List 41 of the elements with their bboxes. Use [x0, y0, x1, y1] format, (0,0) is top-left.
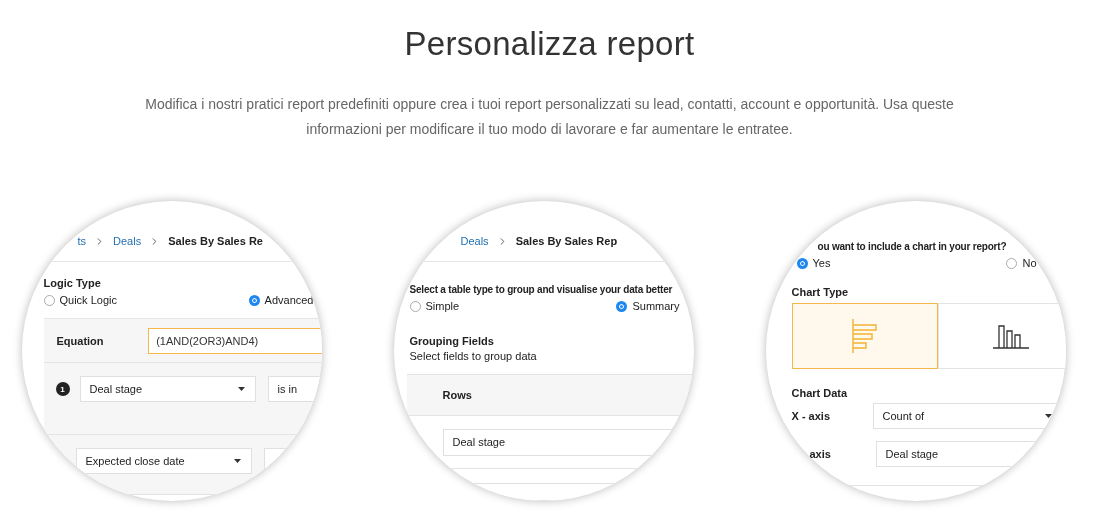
operator-field[interactable]: is in — [267, 376, 322, 402]
field-dropdown[interactable]: Expected close date — [75, 448, 252, 474]
radio-button[interactable] — [616, 300, 628, 312]
rows-header: Rows — [406, 374, 694, 416]
equation-label: Equation — [56, 334, 105, 347]
radio-label: Simple — [425, 300, 460, 312]
chart-data-label: Chart Data — [791, 387, 849, 399]
radio-button[interactable] — [409, 300, 421, 312]
horizontal-bar-chart-icon — [851, 319, 878, 353]
radio-button[interactable] — [796, 257, 808, 269]
caret-icon — [237, 387, 245, 391]
grouping-title: Grouping Fields — [409, 335, 495, 347]
radio-label: Summary — [632, 300, 680, 312]
section-label: Logic Type — [43, 277, 102, 289]
grouping-hint: Select fields to group data — [409, 350, 538, 362]
condition-number: 1 — [55, 382, 70, 396]
breadcrumb-link[interactable]: Deals — [113, 235, 142, 247]
radio-label: Advanced — [264, 294, 314, 306]
caret-icon — [1044, 414, 1052, 418]
breadcrumb-link[interactable]: Deals — [460, 235, 489, 247]
chart-type-label: Chart Type — [791, 286, 850, 298]
page-description: Modifica i nostri pratici report predefiniti oppure crea i tuoi report personalizzati su lead, contatti, account e opportunità. Usa queste informazioni per modificare il tuo modo di lavorare e far aumentare le entratee. — [144, 95, 955, 139]
breadcrumb-current: Sales By Sales Re — [168, 235, 263, 247]
page-title: Personalizza report — [404, 24, 695, 64]
radio-label: Quick Logic — [59, 294, 117, 306]
chart-type-option[interactable] — [937, 303, 1066, 369]
radio-button[interactable] — [1006, 257, 1018, 269]
column-chart-icon — [992, 323, 1029, 349]
caret-icon — [233, 459, 241, 463]
axis-label: X - axis — [791, 410, 832, 422]
axis-label: axis — [808, 448, 832, 460]
section-label: Select a table type to group and visualise your data better — [409, 284, 674, 295]
radio-button[interactable] — [43, 294, 55, 306]
radio-label: No — [1022, 257, 1037, 269]
breadcrumb-link[interactable]: ts — [77, 235, 87, 247]
radio-label: Yes — [812, 257, 831, 269]
breadcrumb-current: Sales By Sales Rep — [515, 235, 618, 247]
section-label: ou want to include a chart in your report? — [817, 241, 1008, 252]
radio-button[interactable] — [248, 294, 260, 306]
equation-input[interactable]: (1AND(2OR3)AND4) — [148, 327, 322, 354]
field-dropdown[interactable]: Deal stage — [79, 376, 256, 402]
